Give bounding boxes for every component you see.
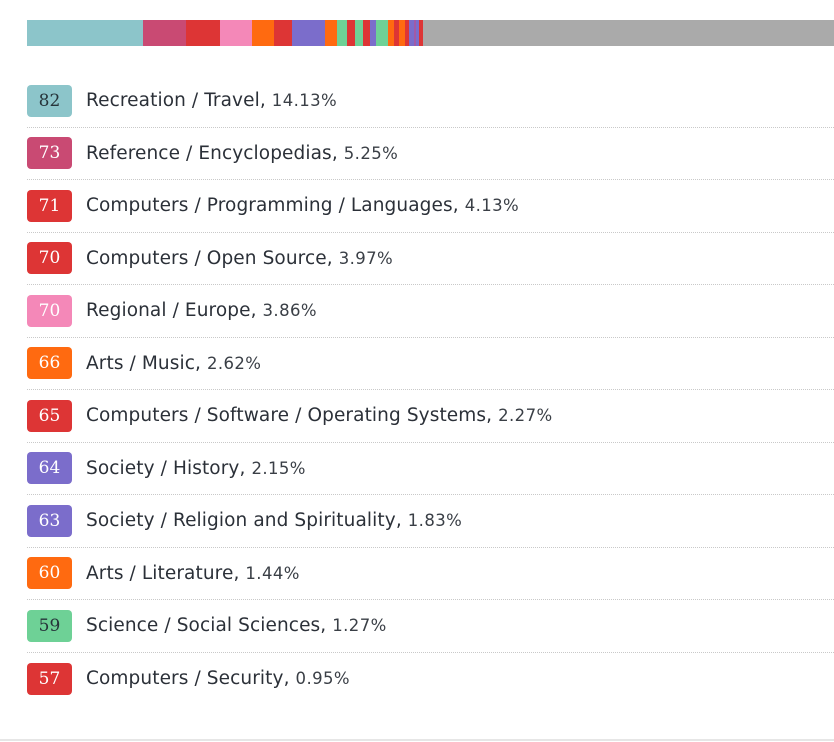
category-percent: 2.62% xyxy=(206,353,262,373)
separator: , xyxy=(283,668,296,690)
separator: , xyxy=(320,615,333,637)
score-badge: 65 xyxy=(27,399,72,432)
category-row[interactable]: 57 Computers / Security, 0.95% xyxy=(27,653,834,706)
category-percent: 5.25% xyxy=(343,143,399,163)
category-name[interactable]: Regional / Europe xyxy=(86,300,251,321)
bar-segment[interactable] xyxy=(336,20,348,46)
separator: , xyxy=(233,562,246,584)
category-name[interactable]: Arts / Literature xyxy=(86,563,233,584)
category-label: Society / Religion and Spirituality, 1.8… xyxy=(86,510,462,531)
category-percent: 14.13% xyxy=(271,91,338,111)
category-percent: 0.95% xyxy=(295,669,350,689)
category-name[interactable]: Computers / Open Source xyxy=(86,248,327,269)
bar-segment[interactable] xyxy=(324,20,337,46)
separator: , xyxy=(486,405,499,427)
category-label: Recreation / Travel, 14.13% xyxy=(86,90,337,111)
score-badge: 70 xyxy=(27,294,72,327)
category-name[interactable]: Society / Religion and Spirituality xyxy=(86,510,396,531)
category-name[interactable]: Computers / Software / Operating Systems xyxy=(86,405,486,426)
category-row[interactable]: 70 Computers / Open Source, 3.97% xyxy=(27,233,834,285)
score-badge: 57 xyxy=(27,662,72,695)
separator: , xyxy=(239,457,252,479)
category-name[interactable]: Science / Social Sciences xyxy=(86,615,320,636)
bar-segment[interactable] xyxy=(362,20,370,46)
category-percent: 1.44% xyxy=(245,563,300,583)
score-badge: 71 xyxy=(27,189,72,222)
category-label: Society / History, 2.15% xyxy=(86,458,306,479)
bar-segment[interactable] xyxy=(185,20,220,46)
separator: , xyxy=(194,352,207,374)
category-row[interactable]: 73 Reference / Encyclopedias, 5.25% xyxy=(27,128,834,180)
bar-segment[interactable] xyxy=(354,20,363,46)
separator: , xyxy=(452,195,465,217)
category-row[interactable]: 60 Arts / Literature, 1.44% xyxy=(27,548,834,600)
category-percent: 4.13% xyxy=(464,196,520,216)
bar-segment[interactable] xyxy=(142,20,186,46)
category-row[interactable]: 65 Computers / Software / Operating Syste… xyxy=(27,390,834,443)
category-row[interactable]: 59 Science / Social Sciences, 1.27% xyxy=(27,600,834,653)
category-name[interactable]: Society / History xyxy=(86,458,239,479)
category-percent: 1.83% xyxy=(407,511,463,531)
category-label: Computers / Security, 0.95% xyxy=(86,668,350,689)
category-percent: 1.27% xyxy=(332,616,387,636)
bar-segment[interactable] xyxy=(219,20,253,46)
score-badge: 70 xyxy=(27,242,72,275)
separator: , xyxy=(259,90,272,112)
category-row[interactable]: 66 Arts / Music, 2.62% xyxy=(27,338,834,390)
category-name[interactable]: Recreation / Travel xyxy=(86,90,260,111)
category-label: Computers / Software / Operating Systems… xyxy=(86,405,553,426)
bar-segment[interactable] xyxy=(252,20,274,46)
category-list: 82 Recreation / Travel, 14.13% 73 Reference… xyxy=(27,75,834,705)
category-row[interactable]: 64 Society / History, 2.15% xyxy=(27,443,834,495)
category-name[interactable]: Reference / Encyclopedias xyxy=(86,143,332,164)
category-label: Computers / Programming / Languages, 4.1… xyxy=(86,195,519,216)
separator: , xyxy=(331,142,344,164)
score-badge: 59 xyxy=(27,609,72,642)
bar-segment[interactable] xyxy=(422,20,834,46)
score-badge: 82 xyxy=(27,84,72,117)
category-row[interactable]: 82 Recreation / Travel, 14.13% xyxy=(27,75,834,128)
score-badge: 60 xyxy=(27,557,72,590)
bar-segment[interactable] xyxy=(273,20,293,46)
separator: , xyxy=(395,510,408,532)
category-label: Arts / Music, 2.62% xyxy=(86,353,261,374)
separator: , xyxy=(250,300,263,322)
separator: , xyxy=(326,247,339,269)
score-badge: 66 xyxy=(27,347,72,380)
category-distribution-bar xyxy=(27,20,834,46)
bottom-divider xyxy=(0,739,834,741)
category-row[interactable]: 63 Society / Religion and Spirituality, 1… xyxy=(27,495,834,548)
category-label: Computers / Open Source, 3.97% xyxy=(86,248,393,269)
category-name[interactable]: Arts / Music xyxy=(86,353,195,374)
bar-segment[interactable] xyxy=(27,20,143,46)
category-percent: 3.97% xyxy=(338,248,394,268)
category-label: Reference / Encyclopedias, 5.25% xyxy=(86,143,398,164)
category-percent: 2.15% xyxy=(251,458,306,478)
bar-segment[interactable] xyxy=(292,20,325,46)
category-label: Arts / Literature, 1.44% xyxy=(86,563,300,584)
score-badge: 64 xyxy=(27,452,72,485)
category-row[interactable]: 71 Computers / Programming / Languages, 4… xyxy=(27,180,834,233)
bar-segment[interactable] xyxy=(375,20,389,46)
category-percent: 3.86% xyxy=(262,301,317,321)
category-percent: 2.27% xyxy=(498,406,553,426)
category-name[interactable]: Computers / Programming / Languages xyxy=(86,195,453,216)
category-name[interactable]: Computers / Security xyxy=(86,668,284,689)
bar-segment[interactable] xyxy=(347,20,355,46)
category-label: Regional / Europe, 3.86% xyxy=(86,300,317,321)
score-badge: 63 xyxy=(27,504,72,537)
category-label: Science / Social Sciences, 1.27% xyxy=(86,615,387,636)
score-badge: 73 xyxy=(27,137,72,170)
category-row[interactable]: 70 Regional / Europe, 3.86% xyxy=(27,285,834,338)
